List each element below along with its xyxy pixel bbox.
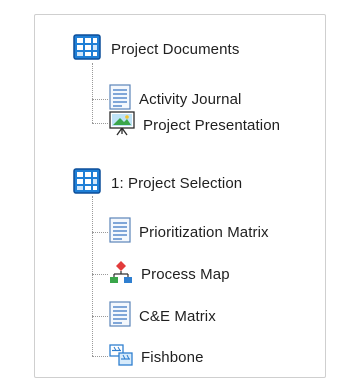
tree-connector — [92, 274, 108, 275]
tree-item-label: Process Map — [141, 265, 230, 283]
project-navigator-panel: Project Documents Activity Journal Proje… — [34, 14, 326, 378]
tree-item-project-selection[interactable]: 1: Project Selection — [73, 167, 243, 199]
tree-item-project-documents[interactable]: Project Documents — [73, 33, 240, 65]
tree-item-label: Fishbone — [141, 348, 204, 366]
tree-connector — [92, 232, 108, 233]
document-icon — [109, 300, 131, 332]
tree-item-ce-matrix[interactable]: C&E Matrix — [109, 300, 216, 332]
project-tree: Project Documents Activity Journal Proje… — [35, 15, 325, 377]
tree-item-prioritization-matrix[interactable]: Prioritization Matrix — [109, 216, 269, 248]
tree-connector — [92, 316, 108, 317]
tree-item-label: C&E Matrix — [139, 307, 216, 325]
tree-item-label: Activity Journal — [139, 90, 242, 108]
tree-item-label: 1: Project Selection — [111, 174, 243, 192]
tree-connector — [92, 99, 108, 100]
fishbone-icon — [109, 343, 133, 371]
document-icon — [109, 216, 131, 248]
tree-item-fishbone[interactable]: Fishbone — [109, 343, 204, 371]
tree-connector — [92, 196, 93, 356]
process-map-icon — [109, 260, 133, 289]
project-folder-icon — [73, 167, 101, 199]
project-folder-icon — [73, 33, 101, 65]
presentation-icon — [109, 110, 135, 141]
tree-connector — [92, 123, 108, 124]
tree-item-label: Prioritization Matrix — [139, 223, 269, 241]
tree-item-process-map[interactable]: Process Map — [109, 260, 230, 288]
tree-connector — [92, 63, 93, 123]
tree-item-label: Project Presentation — [143, 116, 281, 134]
tree-item-project-presentation[interactable]: Project Presentation — [109, 110, 281, 141]
tree-item-label: Project Documents — [111, 40, 240, 58]
tree-connector — [92, 356, 108, 357]
